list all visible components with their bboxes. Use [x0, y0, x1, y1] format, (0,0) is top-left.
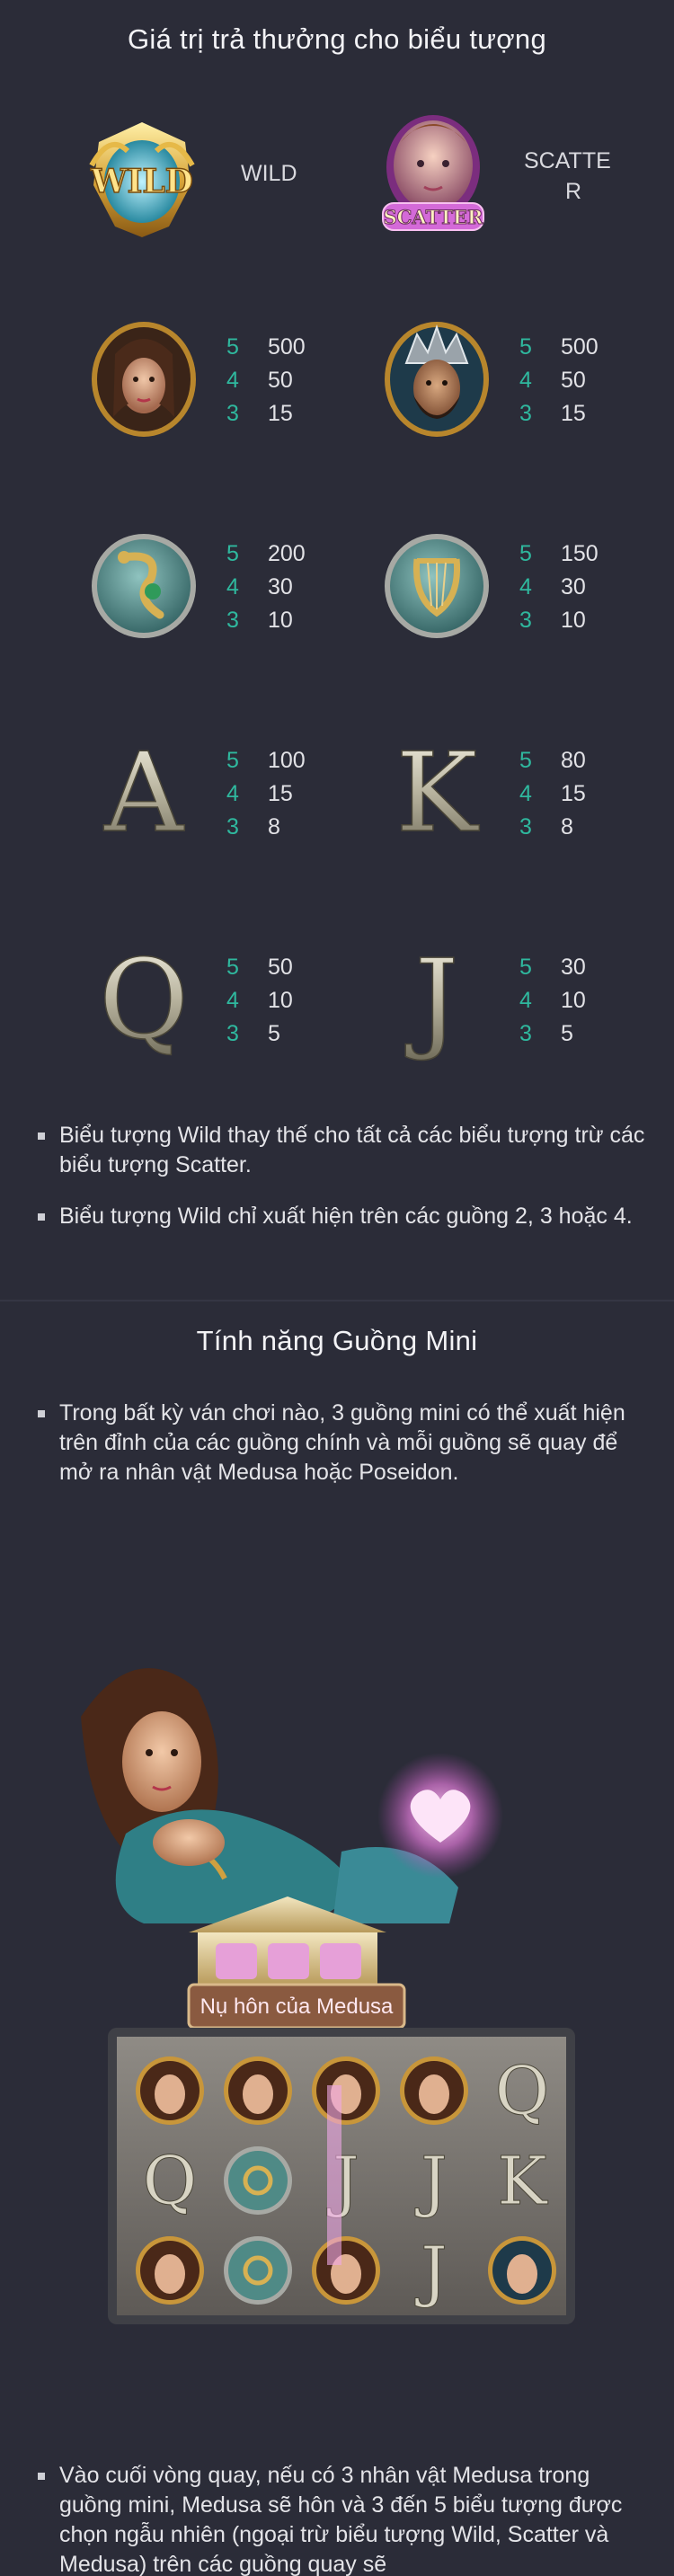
rule-wild-substitute: Biểu tượng Wild thay thế cho tất cả các … [36, 1121, 647, 1180]
snake-coin-paytable: 5 200 4 30 3 10 [226, 537, 306, 637]
pay-row: 5 500 [226, 334, 306, 360]
reel-cell: Q [494, 2053, 550, 2131]
pay-row: 3 10 [519, 608, 586, 633]
pay-row: 5 50 [226, 955, 293, 980]
wild-symbol-icon: WILD [83, 115, 201, 241]
lyre-coin-paytable: 5 150 4 30 3 10 [519, 537, 599, 637]
reel-cell [224, 2236, 292, 2305]
reel-cell [312, 2236, 380, 2305]
medusa-kiss-illustration: Nụ hôn của Medusa QQJJKJ [72, 1636, 611, 2355]
letter-k-symbol-icon: K [383, 730, 491, 847]
pay-row: 35 [226, 1021, 280, 1046]
svg-text:J: J [405, 937, 459, 1062]
reel-cell [224, 2056, 292, 2125]
poseidon-symbol-icon [381, 318, 492, 440]
snake-coin-symbol-icon [88, 525, 200, 642]
svg-text:Q: Q [143, 2143, 198, 2220]
letter-q-paytable: 5 50 4 10 35 [226, 951, 293, 1051]
svg-text:K: K [395, 730, 479, 847]
paytable-title: Giá trị trả thưởng cho biểu tượng [128, 23, 546, 55]
pay-row: 4 50 [226, 368, 293, 393]
reel-cell: K [497, 2143, 549, 2221]
rule-wild-reels: Biểu tượng Wild chỉ xuất hiện trên các g… [36, 1202, 647, 1231]
pay-row: 4 50 [519, 368, 586, 393]
pay-row: 4 10 [519, 988, 586, 1013]
pay-row: 5 100 [226, 748, 306, 773]
pay-row: 3 15 [226, 401, 293, 426]
svg-text:Nụ hôn của Medusa: Nụ hôn của Medusa [200, 1994, 394, 2019]
pay-row: 5 150 [519, 541, 599, 566]
letter-a-paytable: 5 100 4 15 38 [226, 744, 306, 844]
medusa-symbol-icon [88, 318, 200, 440]
pay-row: 4 30 [226, 574, 293, 600]
letter-j-paytable: 5 30 4 10 35 [519, 951, 586, 1051]
pay-row: 3 10 [226, 608, 293, 633]
reel-cell [488, 2236, 556, 2305]
pay-row: 5 200 [226, 541, 306, 566]
svg-text:SCATTER: SCATTER [384, 206, 484, 228]
pay-row: 3 15 [519, 401, 586, 426]
lyre-coin-symbol-icon [381, 525, 492, 642]
scatter-label: SCATTE R [524, 146, 611, 207]
paytable-rules: Biểu tượng Wild thay thế cho tất cả các … [36, 1121, 647, 1231]
medusa-paytable: 5 500 4 50 3 15 [226, 331, 306, 431]
wild-label: WILD [241, 161, 297, 186]
letter-k-paytable: 5 80 4 15 38 [519, 744, 586, 844]
svg-text:K: K [497, 2143, 548, 2220]
pay-row: 4 15 [519, 781, 586, 806]
rule-mini-reel: Trong bất kỳ ván chơi nào, 3 guồng mini … [36, 1399, 647, 1488]
pay-row: 35 [519, 1021, 573, 1046]
letter-q-symbol-icon: Q [90, 937, 198, 1062]
poseidon-paytable: 5 500 4 50 3 15 [519, 331, 599, 431]
scatter-label-line-1: SCATTE [524, 148, 611, 173]
scatter-symbol-icon: SCATTER [370, 106, 496, 241]
reel-cell [136, 2056, 204, 2125]
letter-j-symbol-icon: J [383, 937, 491, 1062]
reel-cell: Q [142, 2143, 198, 2221]
reel-cell [136, 2236, 204, 2305]
svg-text:Q: Q [99, 937, 189, 1062]
rule-medusa-kiss: Vào cuối vòng quay, nếu có 3 nhân vật Me… [36, 2461, 647, 2576]
mini-reel-title: Tính năng Guồng Mini [196, 1325, 478, 1356]
medusa-kiss-rules: Vào cuối vòng quay, nếu có 3 nhân vật Me… [36, 2461, 647, 2576]
letter-a-symbol-icon: A [90, 730, 198, 847]
reel-cell [224, 2146, 292, 2215]
pay-row: 4 30 [519, 574, 586, 600]
pay-row: 5 30 [519, 955, 586, 980]
reel-cell [400, 2056, 468, 2125]
mini-reel-rules: Trong bất kỳ ván chơi nào, 3 guồng mini … [36, 1399, 647, 1488]
pay-row: 5 500 [519, 334, 599, 360]
svg-text:A: A [103, 730, 185, 847]
section-divider [0, 1300, 674, 1301]
reel-cell [312, 2056, 380, 2125]
svg-text:Q: Q [495, 2053, 550, 2130]
pay-row: 5 80 [519, 748, 586, 773]
scatter-label-line-2: R [565, 179, 582, 204]
pay-row: 38 [226, 814, 280, 839]
pay-row: 38 [519, 814, 573, 839]
pay-row: 4 15 [226, 781, 293, 806]
pay-row: 4 10 [226, 988, 293, 1013]
svg-text:WILD: WILD [90, 163, 193, 200]
